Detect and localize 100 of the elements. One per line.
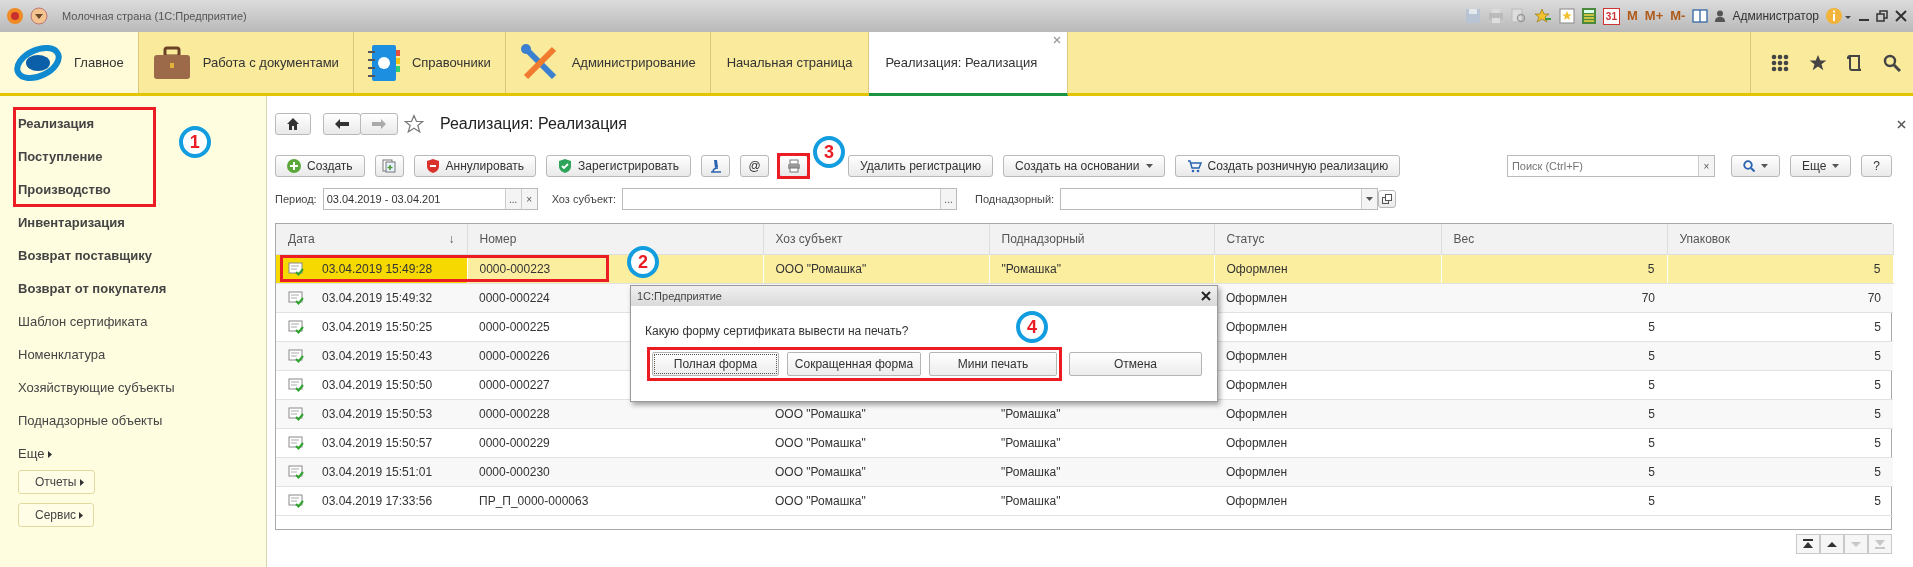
- dialog-button[interactable]: Сокращенная форма: [787, 352, 921, 376]
- table-cell: Оформлен: [1214, 399, 1441, 428]
- table-cell: 5: [1441, 486, 1667, 515]
- sidebar-item[interactable]: Шаблон сертификата: [18, 313, 148, 331]
- more-button[interactable]: Еще: [1789, 155, 1852, 177]
- select-button[interactable]: ...: [940, 189, 957, 209]
- menu-icon[interactable]: [30, 7, 48, 25]
- open-button[interactable]: [1378, 190, 1397, 208]
- star-icon[interactable]: [1533, 8, 1552, 24]
- sidebar-item[interactable]: Поднадзорные объекты: [18, 412, 163, 430]
- table-cell: 5: [1441, 341, 1667, 370]
- subject-field[interactable]: ...: [622, 188, 958, 210]
- search-icon[interactable]: [1883, 53, 1901, 72]
- sidebar-item[interactable]: Номенклатура: [18, 346, 106, 364]
- history-icon[interactable]: [1847, 53, 1863, 72]
- table-cell-text: 03.04.2019 15:49:32: [322, 289, 433, 307]
- open-window-icon: [1382, 194, 1393, 204]
- toolbar-button[interactable]: [701, 155, 731, 177]
- section-item[interactable]: Справочники: [353, 32, 506, 93]
- table-cell: 5: [1667, 428, 1893, 457]
- user-name[interactable]: Администратор: [1732, 7, 1819, 25]
- address-book-icon: [367, 43, 400, 82]
- search-field[interactable]: Поиск (Ctrl+F) ×: [1506, 155, 1715, 177]
- column-header[interactable]: Хоз субъект: [763, 224, 989, 254]
- calendar-button[interactable]: 31: [1602, 7, 1620, 25]
- supervised-field[interactable]: [1060, 188, 1379, 210]
- triangle-icon: [1826, 539, 1838, 549]
- home-button[interactable]: [275, 113, 311, 135]
- column-header[interactable]: Поднадзорный: [989, 224, 1214, 254]
- section-item[interactable]: Главное: [0, 32, 139, 93]
- table-cell: 5: [1441, 370, 1667, 399]
- sidebar-button[interactable]: Отчеты: [18, 470, 95, 494]
- select-button[interactable]: ...: [504, 189, 521, 209]
- star-icon[interactable]: [1809, 53, 1827, 72]
- toolbar-button[interactable]: Создать розничную реализацию: [1174, 155, 1401, 177]
- sidebar-item[interactable]: Возврат от покупателя: [18, 280, 167, 298]
- user-icon: [1715, 10, 1726, 22]
- info-icon[interactable]: [1826, 7, 1852, 25]
- section-item[interactable]: Работа с документами: [138, 32, 354, 93]
- period-field[interactable]: 03.04.2019 - 03.04.201 ... ×: [322, 188, 538, 210]
- document-check-icon: [288, 377, 304, 392]
- toolbar-button[interactable]: Зарегистрировать: [546, 155, 692, 177]
- table-cell: 5: [1667, 486, 1893, 515]
- dialog-title: 1С:Предприятие: [637, 288, 722, 304]
- toolbar-button[interactable]: Аннулировать: [413, 155, 537, 177]
- column-header[interactable]: Упаковок: [1667, 224, 1893, 254]
- search-button[interactable]: [1730, 155, 1780, 177]
- sidebar-item[interactable]: Хозяйствующие субъекты: [18, 379, 175, 397]
- close-icon[interactable]: [1897, 119, 1906, 129]
- table-cell-text: 03.04.2019 15:49:28: [322, 260, 433, 278]
- table-cell: ООО "Ромашка": [763, 254, 989, 283]
- column-header[interactable]: Статус: [1214, 224, 1441, 254]
- restore-icon[interactable]: [1876, 10, 1888, 22]
- table-cell: 0000-000228: [467, 399, 763, 428]
- toolbar-button[interactable]: Создать: [275, 155, 365, 177]
- sidebar-item[interactable]: Инвентаризация: [18, 214, 125, 232]
- table-cell-text: 03.04.2019 15:50:57: [322, 434, 433, 452]
- close-icon[interactable]: [1201, 291, 1211, 301]
- dialog-button[interactable]: Полная форма: [652, 352, 779, 376]
- caret-icon: [1832, 164, 1840, 168]
- column-header[interactable]: Номер: [467, 224, 763, 254]
- document-check-icon: [288, 493, 304, 508]
- table-cell: "Ромашка": [989, 428, 1214, 457]
- briefcase-icon: [152, 45, 191, 80]
- toolbar-button[interactable]: [374, 155, 404, 177]
- sidebar-button[interactable]: Сервис: [18, 503, 95, 527]
- open-tab[interactable]: Реализация: Реализация: [869, 32, 1069, 96]
- dialog-button[interactable]: Отмена: [1069, 352, 1202, 376]
- help-button[interactable]: ?: [1861, 155, 1892, 177]
- sidebar-item[interactable]: Производство: [18, 181, 111, 199]
- calculator-icon[interactable]: [1581, 8, 1596, 24]
- triangle-icon: [1802, 539, 1814, 549]
- table-cell: Оформлен: [1214, 428, 1441, 457]
- search-icon: [1742, 160, 1755, 172]
- star-icon[interactable]: [404, 114, 424, 134]
- clear-button[interactable]: ×: [1697, 156, 1714, 176]
- section-item[interactable]: Администрирование: [505, 32, 711, 93]
- table-cell: 5: [1667, 399, 1893, 428]
- column-label: Дата: [288, 230, 315, 248]
- more-link[interactable]: Еще: [18, 437, 266, 470]
- table-cell: "Ромашка": [989, 254, 1214, 283]
- sidebar-item[interactable]: Возврат поставщику: [18, 247, 152, 265]
- caret-icon: [1760, 164, 1768, 168]
- toolbar-button[interactable]: Создать на основании: [1003, 155, 1165, 177]
- caret-icon: [1366, 197, 1374, 201]
- close-icon[interactable]: [1895, 10, 1907, 22]
- panels-icon[interactable]: [1692, 9, 1709, 23]
- sidebar-item[interactable]: Поступление: [18, 148, 103, 166]
- sort-arrow: ↓: [448, 230, 455, 248]
- app-logo-icon[interactable]: [6, 7, 24, 25]
- back-button[interactable]: [323, 113, 361, 135]
- sidebar-item[interactable]: Реализация: [18, 115, 95, 133]
- pager-button[interactable]: [1796, 534, 1820, 554]
- pager-button[interactable]: [1820, 534, 1844, 554]
- dialog-button[interactable]: Мини печать: [929, 352, 1057, 376]
- toolbar-button[interactable]: @: [740, 155, 770, 177]
- column-header[interactable]: Вес: [1441, 224, 1667, 254]
- apps-grid-icon[interactable]: [1771, 53, 1789, 72]
- table-cell: 5: [1441, 254, 1667, 283]
- toolbar-button[interactable]: Удалить регистрацию: [848, 155, 994, 177]
